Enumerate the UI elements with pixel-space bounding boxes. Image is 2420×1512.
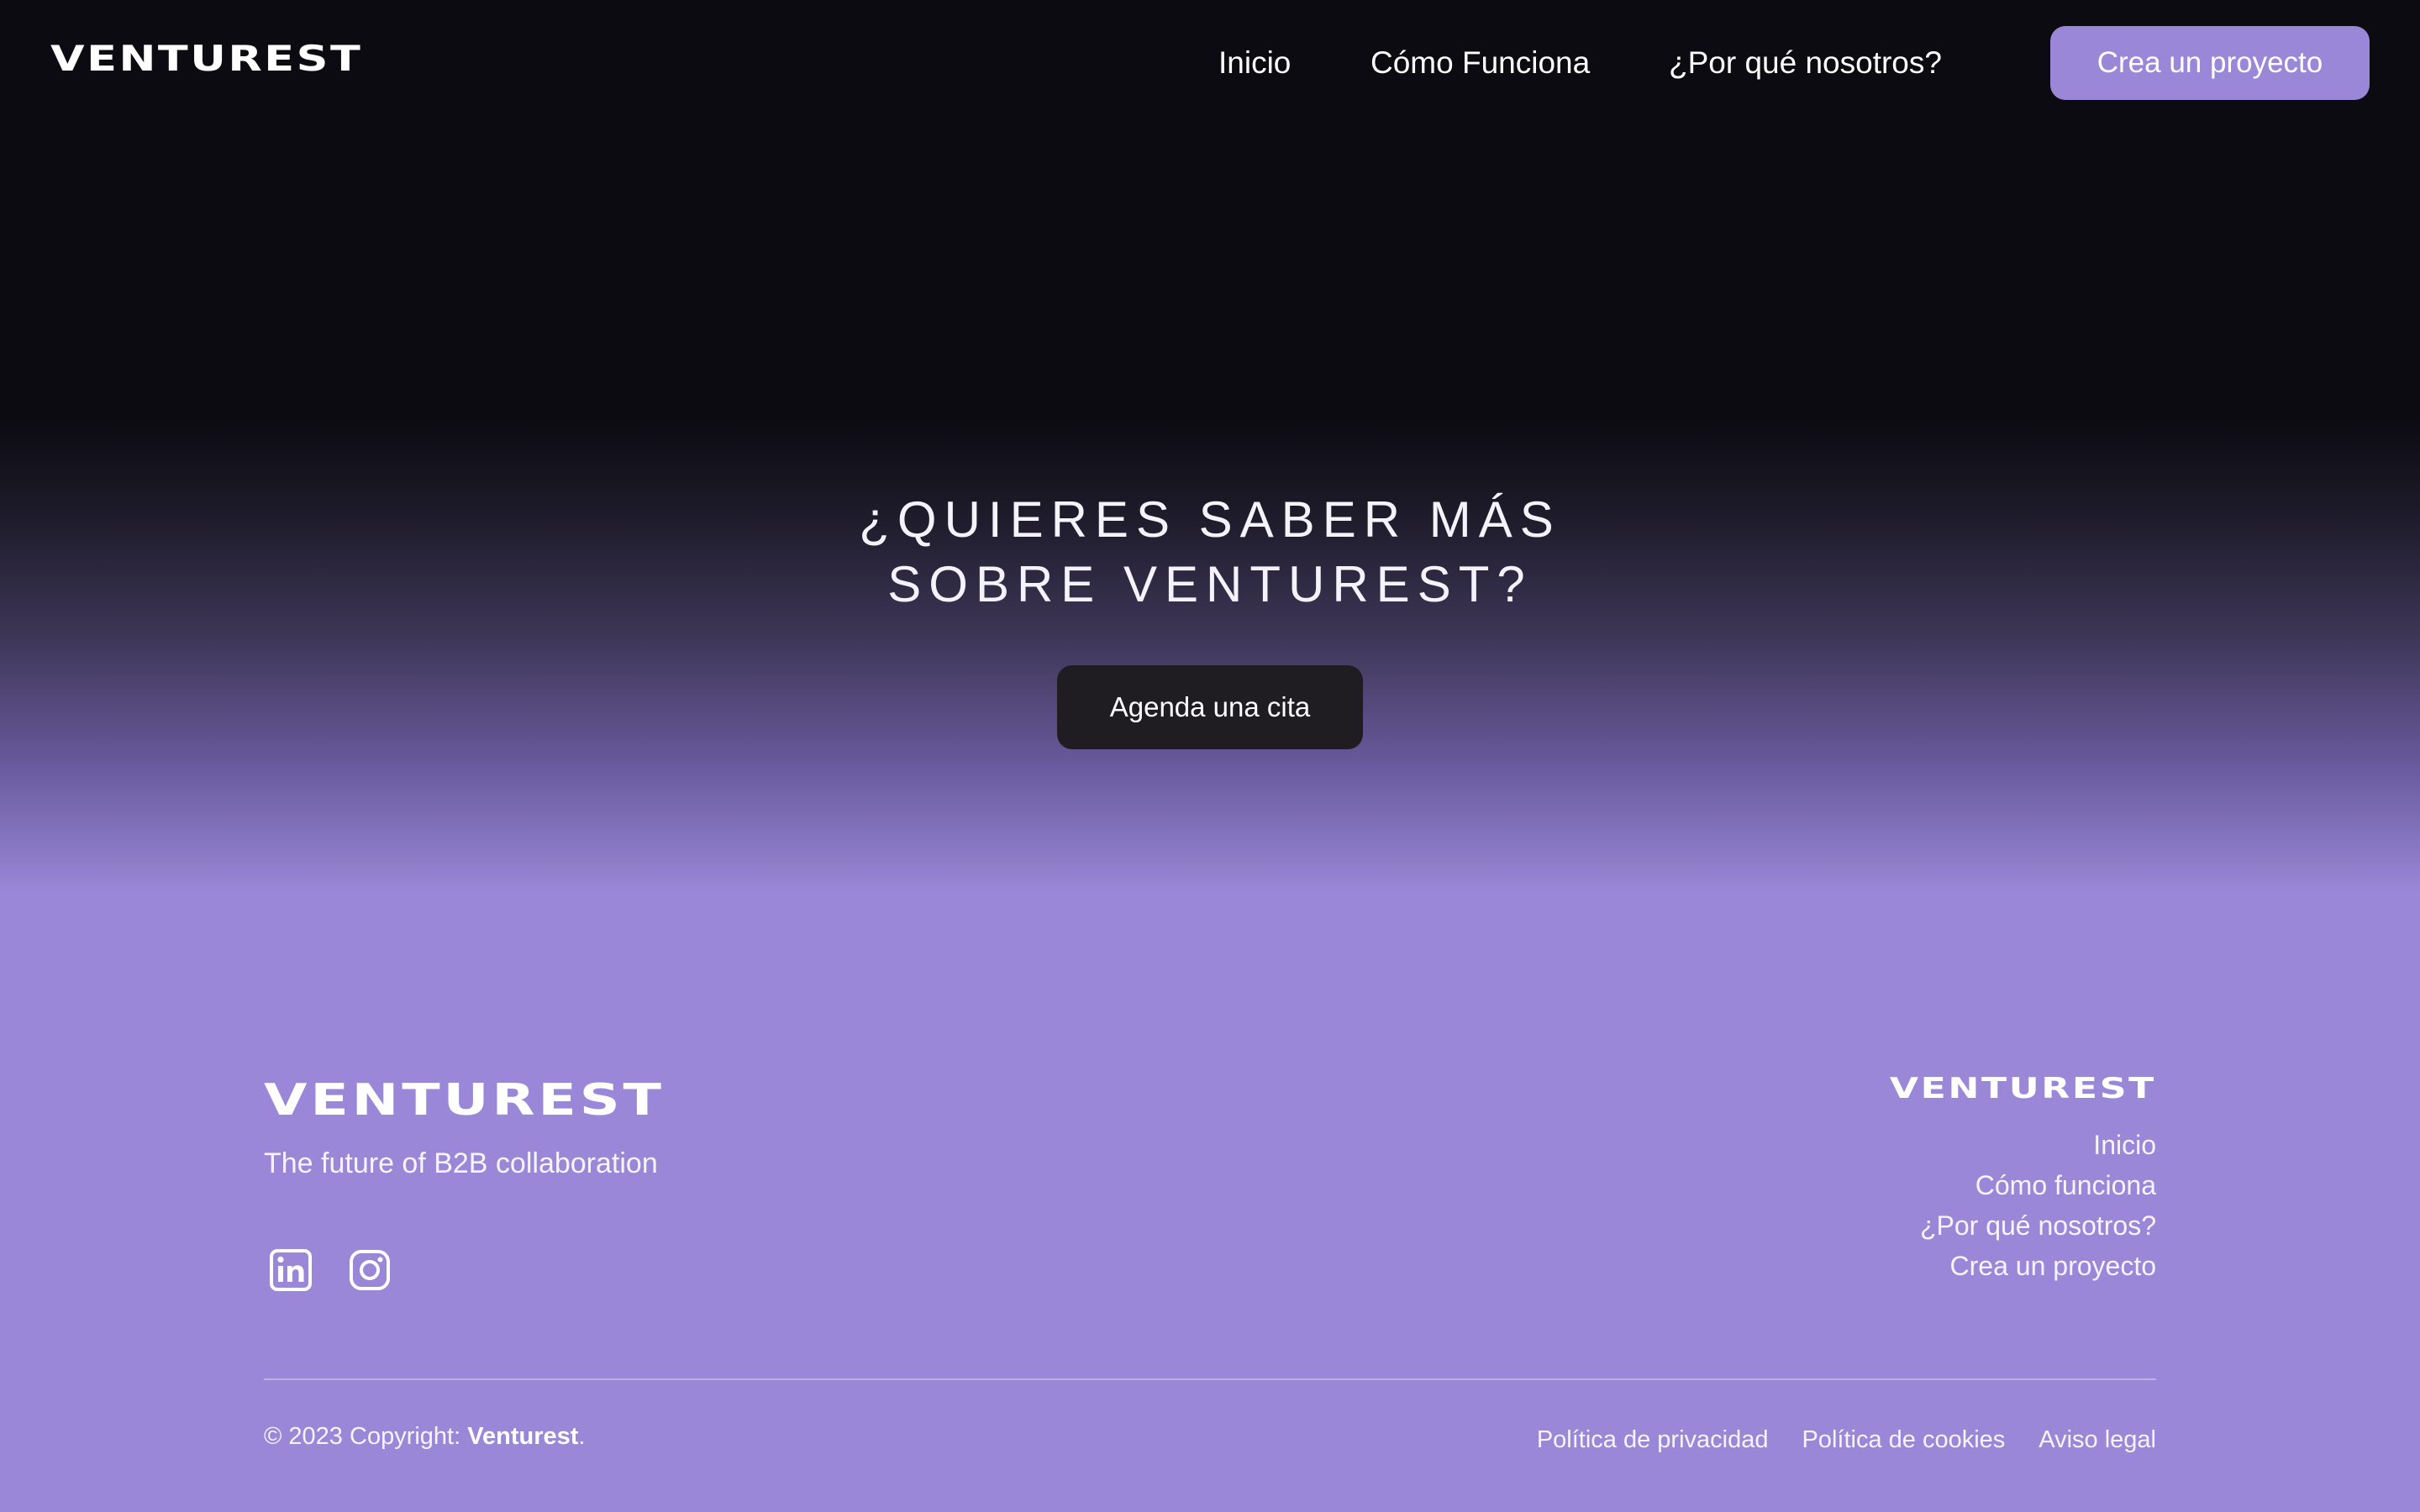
copyright-suffix: . — [578, 1423, 586, 1450]
footer-divider — [264, 1378, 2156, 1380]
create-project-button[interactable]: Crea un proyecto — [2050, 26, 2370, 100]
cta-heading: ¿QUIERES SABER MÁS SOBRE VENTUREST? — [0, 487, 2420, 617]
site-header: VENTUREST Inicio Cómo Funciona ¿Por qué … — [0, 0, 2420, 126]
nav-item-por-que-nosotros[interactable]: ¿Por qué nosotros? — [1669, 45, 1942, 81]
copyright-prefix: © 2023 Copyright: — [264, 1423, 468, 1450]
linkedin-icon[interactable] — [267, 1247, 314, 1294]
instagram-icon[interactable] — [346, 1247, 393, 1294]
footer-link-por-que-nosotros[interactable]: ¿Por qué nosotros? — [1920, 1205, 2156, 1246]
legal-notice-link[interactable]: Aviso legal — [2039, 1426, 2156, 1454]
privacy-policy-link[interactable]: Política de privacidad — [1537, 1426, 1769, 1454]
contact-cta-section: ¿QUIERES SABER MÁS SOBRE VENTUREST? Agen… — [0, 487, 2420, 749]
footer-nav-logo: VENTUREST — [1889, 1072, 2156, 1105]
cta-heading-line-1: ¿QUIERES SABER MÁS — [859, 491, 1561, 548]
footer-links: Inicio Cómo funciona ¿Por qué nosotros? … — [1920, 1125, 2156, 1286]
schedule-appointment-button[interactable]: Agenda una cita — [1057, 665, 1363, 749]
cta-heading-line-2: SOBRE VENTUREST? — [887, 556, 1533, 612]
footer-link-como-funciona[interactable]: Cómo funciona — [1920, 1165, 2156, 1205]
footer-link-inicio[interactable]: Inicio — [1920, 1125, 2156, 1165]
cookie-policy-link[interactable]: Política de cookies — [1802, 1426, 2005, 1454]
nav-item-como-funciona[interactable]: Cómo Funciona — [1370, 45, 1590, 81]
copyright-text: © 2023 Copyright: Venturest. — [264, 1423, 585, 1451]
footer-nav: VENTUREST Inicio Cómo funciona ¿Por qué … — [1890, 1071, 2156, 1286]
copyright-brand: Venturest — [467, 1423, 579, 1450]
footer-logo: VENTUREST — [264, 1075, 665, 1126]
footer-tagline: The future of B2B collaboration — [264, 1147, 658, 1179]
social-links — [267, 1247, 393, 1294]
legal-links: Política de privacidad Política de cooki… — [1537, 1426, 2156, 1454]
footer-link-crea-un-proyecto[interactable]: Crea un proyecto — [1920, 1246, 2156, 1286]
nav-item-inicio[interactable]: Inicio — [1218, 45, 1291, 81]
header-logo[interactable]: VENTUREST — [50, 34, 362, 84]
